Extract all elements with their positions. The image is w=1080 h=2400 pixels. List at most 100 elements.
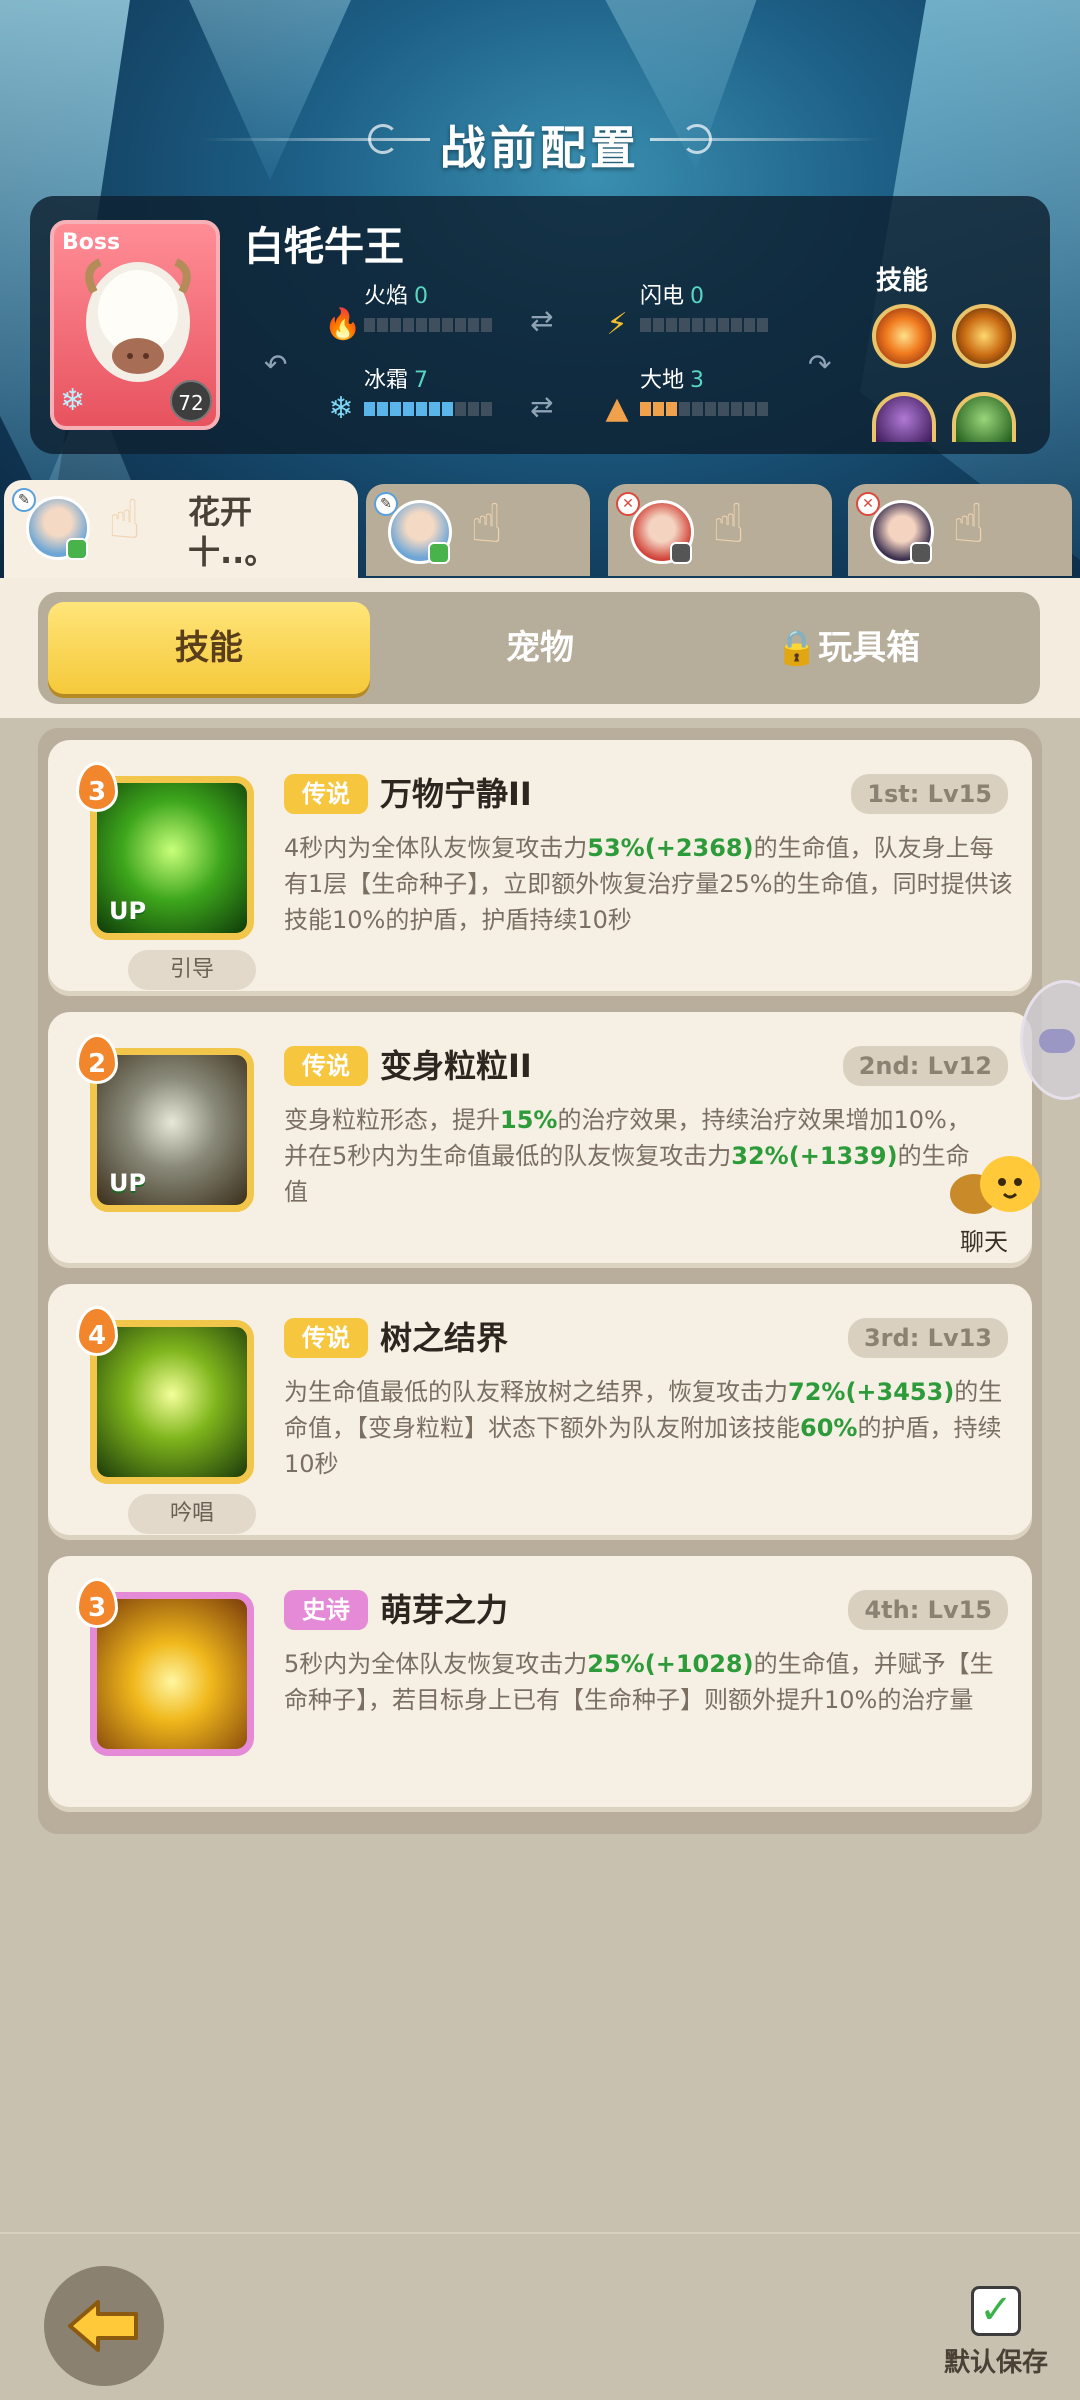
snowflake-icon: ❄ [328, 391, 354, 426]
element-bar [640, 318, 768, 332]
swap-arrow-icon: ⇄ [530, 304, 554, 337]
skill-name: 万物宁静II [380, 775, 532, 813]
fire-skill-icon[interactable] [872, 304, 936, 368]
desc-value: (+1028) [644, 1650, 754, 1678]
element-frost: 冰霜 7 ❄ [324, 362, 504, 426]
element-value: 0 [414, 284, 429, 309]
page-title: 战前配置 [440, 121, 640, 175]
desc-text: 4秒内为全体队友恢复攻击力 [284, 834, 588, 862]
shadow-skill-icon[interactable] [872, 392, 936, 442]
desc-value: 25% [587, 1650, 645, 1678]
skill-card[interactable]: 3 史诗 萌芽之力 4th: Lv15 5秒内为全体队友恢复攻击力25%(+10… [48, 1556, 1032, 1812]
chat-label: 聊天 [960, 1228, 1008, 1256]
skill-card[interactable]: 4 吟唱 传说 树之结界 3rd: Lv13 为生命值最低的队友释放树之结界，恢… [48, 1284, 1032, 1540]
rarity-badge: 传说 [284, 1318, 368, 1358]
tab-pets[interactable]: 宠物 [390, 602, 690, 694]
rank-badge: 2 [76, 1034, 118, 1084]
skill-level-badge: 4th: Lv15 [848, 1590, 1008, 1630]
default-save-label: 默认保存 [943, 2348, 1048, 2378]
hero-tab-1[interactable]: ✎ ☝ 花开十..。 [4, 480, 358, 580]
element-earth: 大地 3 ▲ [600, 362, 780, 426]
element-label: 闪电 [640, 284, 685, 309]
hero-tab-3[interactable]: ✕ ☝ [608, 484, 832, 576]
tap-hand-icon: ☝ [108, 488, 141, 551]
boss-info-panel: Boss ❄ 72 白牦牛王 火焰 0 🔥 ⇄ 闪电 0 ⚡ ↶ ↷ 冰霜 7 … [30, 196, 1050, 454]
hero-tab-4[interactable]: ✕ ☝ [848, 484, 1072, 576]
class-badge-icon: ✎ [374, 492, 398, 516]
hero-tab-2[interactable]: ✎ ☝ [366, 484, 590, 576]
skill-name: 树之结界 [380, 1319, 509, 1357]
rank-badge: 4 [76, 1306, 118, 1356]
snowflake-icon: ❄ [60, 383, 86, 418]
boss-skills-label: 技能 [876, 266, 929, 296]
tap-hand-icon: ☝ [712, 492, 745, 555]
chat-button[interactable]: 聊天 [944, 1154, 1044, 1256]
desc-value: 32% [731, 1142, 789, 1170]
swap-arrow-icon: ⇄ [530, 390, 554, 423]
element-bar [640, 402, 768, 416]
white-yak-icon [85, 258, 191, 382]
tab-skills[interactable]: 技能 [48, 602, 370, 694]
element-lightning: 闪电 0 ⚡ [600, 278, 780, 342]
boss-portrait[interactable]: Boss ❄ 72 [50, 220, 220, 430]
skill-list: UP 3 引导 传说 万物宁静II 1st: Lv15 4秒内为全体队友恢复攻击… [38, 728, 1042, 1834]
desc-text: 变身粒粒形态，提升 [284, 1106, 500, 1134]
tab-toybox-label: 玩具箱 [818, 628, 921, 668]
rotate-arrow-icon: ↶ [264, 348, 288, 381]
rank-badge: 3 [76, 1578, 118, 1628]
fire-icon: 🔥 [324, 307, 362, 342]
element-label: 火焰 [364, 284, 409, 309]
rank-badge: 3 [76, 762, 118, 812]
chat-mascot-icon [950, 1156, 1040, 1214]
element-label: 大地 [640, 368, 685, 393]
boss-level-badge: 72 [170, 380, 212, 422]
desc-text: 为生命值最低的队友释放树之结界，恢复攻击力 [284, 1378, 788, 1406]
element-fire: 火焰 0 🔥 [324, 278, 504, 342]
chat-bubble-icon [66, 538, 88, 560]
desc-value: (+1339) [788, 1142, 898, 1170]
battle-scene-background: 战前配置 Boss ❄ 72 白牦牛王 火焰 0 🔥 ⇄ 闪电 0 ⚡ ↶ ↷ … [0, 0, 1080, 590]
default-save-toggle[interactable]: ✓ 默认保存 [936, 2286, 1056, 2379]
rotate-arrow-icon: ↷ [808, 348, 832, 381]
skill-card[interactable]: UP 2 传说 变身粒粒II 2nd: Lv12 变身粒粒形态，提升15%的治疗… [48, 1012, 1032, 1268]
skill-description: 4秒内为全体队友恢复攻击力53%(+2368)的生命值，队友身上每有1层【生命种… [284, 830, 1014, 938]
back-button[interactable] [44, 2266, 164, 2386]
chat-bubble-icon [428, 542, 450, 564]
skill-level-badge: 1st: Lv15 [851, 774, 1008, 814]
chat-bubble-icon [670, 542, 692, 564]
element-value: 3 [690, 368, 705, 393]
rarity-badge: 传说 [284, 1046, 368, 1086]
tab-toybox[interactable]: 🔒玩具箱 [698, 602, 998, 694]
class-badge-icon: ✕ [856, 492, 880, 516]
element-value: 7 [414, 368, 429, 393]
element-value: 0 [690, 284, 705, 309]
skill-type-chip: 吟唱 [128, 1494, 256, 1534]
desc-value: (+2368) [644, 834, 754, 862]
skill-description: 为生命值最低的队友释放树之结界，恢复攻击力72%(+3453)的生命值，【变身粒… [284, 1374, 1014, 1482]
flame-ring-skill-icon[interactable] [952, 304, 1016, 368]
checkbox-checked-icon[interactable]: ✓ [971, 2286, 1021, 2336]
lightning-icon: ⚡ [606, 307, 628, 342]
skill-card[interactable]: UP 3 引导 传说 万物宁静II 1st: Lv15 4秒内为全体队友恢复攻击… [48, 740, 1032, 996]
skill-type-chip: 引导 [128, 950, 256, 990]
hero-name: 花开十..。 [188, 493, 277, 571]
skill-level-badge: 3rd: Lv13 [847, 1318, 1008, 1358]
element-bar [364, 402, 492, 416]
segmented-tabs: 技能 宠物 🔒玩具箱 [38, 592, 1040, 704]
desc-value: (+3453) [845, 1378, 955, 1406]
boss-name: 白牦牛王 [244, 224, 404, 270]
nature-skill-icon[interactable] [952, 392, 1016, 442]
lock-icon: 🔒 [775, 628, 819, 668]
desc-value: 60% [800, 1414, 858, 1442]
element-label: 冰霜 [364, 368, 409, 393]
desc-value: 72% [788, 1378, 846, 1406]
loadout-content: 技能 宠物 🔒玩具箱 UP 3 引导 传说 万物宁静II 1st: Lv15 4… [0, 578, 1080, 2400]
upgrade-tag: UP [109, 897, 147, 925]
rarity-badge: 史诗 [284, 1590, 368, 1630]
back-arrow-icon [68, 2300, 138, 2352]
earth-icon: ▲ [605, 391, 629, 426]
desc-value: 53% [587, 834, 645, 862]
desc-value: 15% [500, 1106, 558, 1134]
tap-hand-icon: ☝ [952, 492, 985, 555]
class-badge-icon: ✎ [12, 488, 36, 512]
